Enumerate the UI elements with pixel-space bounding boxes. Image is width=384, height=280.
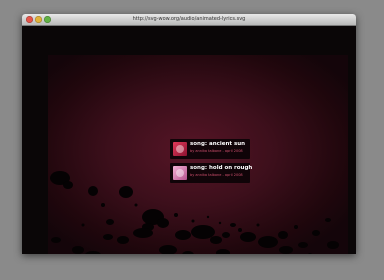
song-thumbnail [173, 166, 187, 180]
title-bar: http://svg-wow.org/audio/animated-lyrics… [22, 14, 356, 26]
song-meta: by annika talbone - april 2008 [190, 149, 243, 153]
song-title: song: hold on rough [190, 165, 253, 171]
song-card[interactable]: song: hold on rough by annika talbone - … [170, 163, 253, 183]
song-title: song: ancient sun [190, 141, 246, 147]
song-meta: by annika talbone - april 2008 [190, 173, 243, 177]
window-title-url: http://svg-wow.org/audio/animated-lyrics… [132, 16, 246, 22]
maximize-window-button[interactable] [44, 16, 51, 23]
minimize-window-button[interactable] [35, 16, 42, 23]
page-content: song: ancient sun by annika talbone - ap… [22, 26, 356, 254]
close-window-button[interactable] [26, 16, 33, 23]
svg-canvas: song: ancient sun by annika talbone - ap… [48, 55, 348, 254]
browser-window: http://svg-wow.org/audio/animated-lyrics… [22, 14, 356, 254]
song-thumbnail [173, 142, 187, 156]
song-card[interactable]: song: ancient sun by annika talbone - ap… [170, 139, 250, 159]
